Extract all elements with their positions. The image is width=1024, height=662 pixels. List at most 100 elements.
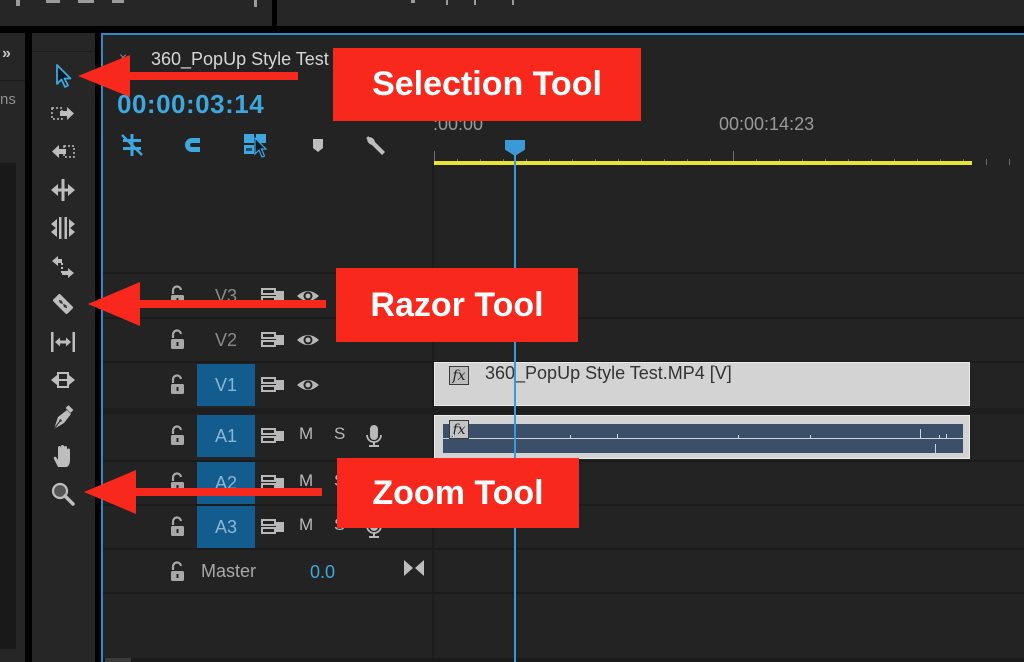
track-target-v1[interactable]: V1 xyxy=(197,364,255,406)
track-target-a1[interactable]: A1 xyxy=(197,415,255,457)
track-backward-icon xyxy=(52,145,75,158)
fx-badge[interactable]: fx xyxy=(449,366,469,385)
sync-lock-icon[interactable] xyxy=(261,427,285,445)
track-header-master: Master 0.0 xyxy=(103,551,432,593)
tools-panel xyxy=(32,33,95,662)
master-track-label: Master xyxy=(201,561,257,581)
waveform-peak xyxy=(738,435,739,438)
eye-icon[interactable] xyxy=(296,376,320,394)
callout-arrow-zoom xyxy=(84,470,322,514)
panel-icon[interactable] xyxy=(46,0,60,3)
track-divider xyxy=(103,548,1024,550)
panel-icon[interactable] xyxy=(112,0,124,3)
zoom-tool[interactable] xyxy=(46,479,80,509)
hand-icon xyxy=(53,445,70,467)
unlock-icon[interactable] xyxy=(169,516,187,538)
razor-blade-icon xyxy=(53,294,73,314)
track-header-a1: A1 M S xyxy=(103,415,432,457)
rate-stretch-tool[interactable] xyxy=(46,251,80,281)
panel-icon[interactable] xyxy=(512,0,514,5)
waveform-peak xyxy=(570,435,571,438)
wrench-icon xyxy=(366,136,385,155)
video-audio-divider[interactable] xyxy=(103,408,1024,414)
slide-icon xyxy=(51,372,75,388)
go-to-edit-point-icon[interactable] xyxy=(403,559,425,577)
sync-lock-icon[interactable] xyxy=(261,376,285,394)
panel-icon[interactable] xyxy=(254,0,257,7)
panel-icon[interactable] xyxy=(411,0,415,3)
project-panel: » ns xyxy=(0,33,25,662)
callout-razor-tool: Razor Tool xyxy=(336,268,578,342)
panel-icon[interactable] xyxy=(78,0,94,3)
microphone-icon[interactable] xyxy=(365,423,383,449)
track-select-forward-tool[interactable] xyxy=(46,99,80,129)
waveform-peak xyxy=(453,434,454,438)
magnifier-icon xyxy=(51,482,75,506)
waveform-peak xyxy=(810,435,811,438)
waveform-peak xyxy=(946,434,947,438)
waveform-peak xyxy=(617,434,618,438)
top-panel-right xyxy=(277,0,1024,26)
linked-selection-icon xyxy=(244,134,268,158)
snap-toggle[interactable] xyxy=(177,131,207,159)
razor-tool[interactable] xyxy=(46,289,80,319)
rolling-edit-tool[interactable] xyxy=(46,213,80,243)
callout-selection-tool: Selection Tool xyxy=(333,48,641,121)
selection-tool[interactable] xyxy=(46,61,80,91)
sync-lock-icon[interactable] xyxy=(261,518,285,536)
mute-button[interactable]: M xyxy=(299,424,313,444)
unlock-icon[interactable] xyxy=(169,425,187,447)
top-panel-left xyxy=(0,0,272,26)
ripple-edit-tool[interactable] xyxy=(46,175,80,205)
ruler-tick xyxy=(1009,159,1010,165)
arrow-cursor-icon xyxy=(56,64,72,88)
panel-icon[interactable] xyxy=(474,0,476,5)
rolling-edit-icon xyxy=(51,217,75,239)
clip-name: 360_PopUp Style Test.MP4 [V] xyxy=(485,363,732,383)
tools-panel-header xyxy=(32,33,95,52)
eye-icon[interactable] xyxy=(296,331,320,349)
unlock-icon[interactable] xyxy=(169,329,187,351)
solo-button[interactable]: S xyxy=(334,424,345,444)
ripple-edit-icon xyxy=(51,179,75,201)
nest-icon xyxy=(121,134,143,156)
mute-button[interactable]: M xyxy=(299,515,313,535)
header-divider xyxy=(432,165,434,660)
insert-nest-toggle[interactable] xyxy=(117,131,147,159)
track-select-backward-tool[interactable] xyxy=(46,137,80,167)
panel-icon[interactable] xyxy=(446,0,448,5)
marker-icon xyxy=(313,139,323,152)
waveform-peak xyxy=(920,429,921,438)
playhead-line[interactable] xyxy=(514,153,516,662)
unlock-icon[interactable] xyxy=(169,374,187,396)
linked-selection-toggle[interactable] xyxy=(241,131,271,159)
timeline-panel: × 360_PopUp Style Test 00:00:03:14 :00:0… xyxy=(101,33,1024,662)
track-header-v1: V1 xyxy=(103,364,432,406)
add-marker-button[interactable] xyxy=(303,131,333,159)
slide-tool[interactable] xyxy=(46,365,80,395)
timeline-settings-button[interactable] xyxy=(361,131,391,159)
horizontal-scrollbar[interactable] xyxy=(103,658,1024,662)
panel-label-truncated: ns xyxy=(0,91,16,108)
callout-zoom-tool: Zoom Tool xyxy=(337,458,579,528)
rate-stretch-icon xyxy=(52,256,74,278)
panel-icon[interactable] xyxy=(16,0,20,6)
audio-waveform-right xyxy=(443,439,963,453)
waveform-peak xyxy=(939,435,940,438)
audio-waveform-left xyxy=(443,424,963,438)
expand-panels-button[interactable]: » xyxy=(2,45,11,63)
scrollbar-thumb[interactable] xyxy=(105,658,131,662)
fx-badge[interactable]: fx xyxy=(449,420,469,439)
callout-arrow-razor xyxy=(88,282,326,326)
track-forward-icon xyxy=(51,107,74,120)
slip-tool[interactable] xyxy=(46,327,80,357)
hand-tool[interactable] xyxy=(46,441,80,471)
pen-tool[interactable] xyxy=(46,403,80,433)
pen-icon xyxy=(53,405,74,430)
master-volume-value[interactable]: 0.0 xyxy=(310,562,335,583)
sync-lock-icon[interactable] xyxy=(261,331,285,349)
magnet-icon xyxy=(185,138,200,152)
slip-icon xyxy=(51,332,75,352)
ruler-tick xyxy=(986,159,987,165)
unlock-icon[interactable] xyxy=(169,561,187,583)
